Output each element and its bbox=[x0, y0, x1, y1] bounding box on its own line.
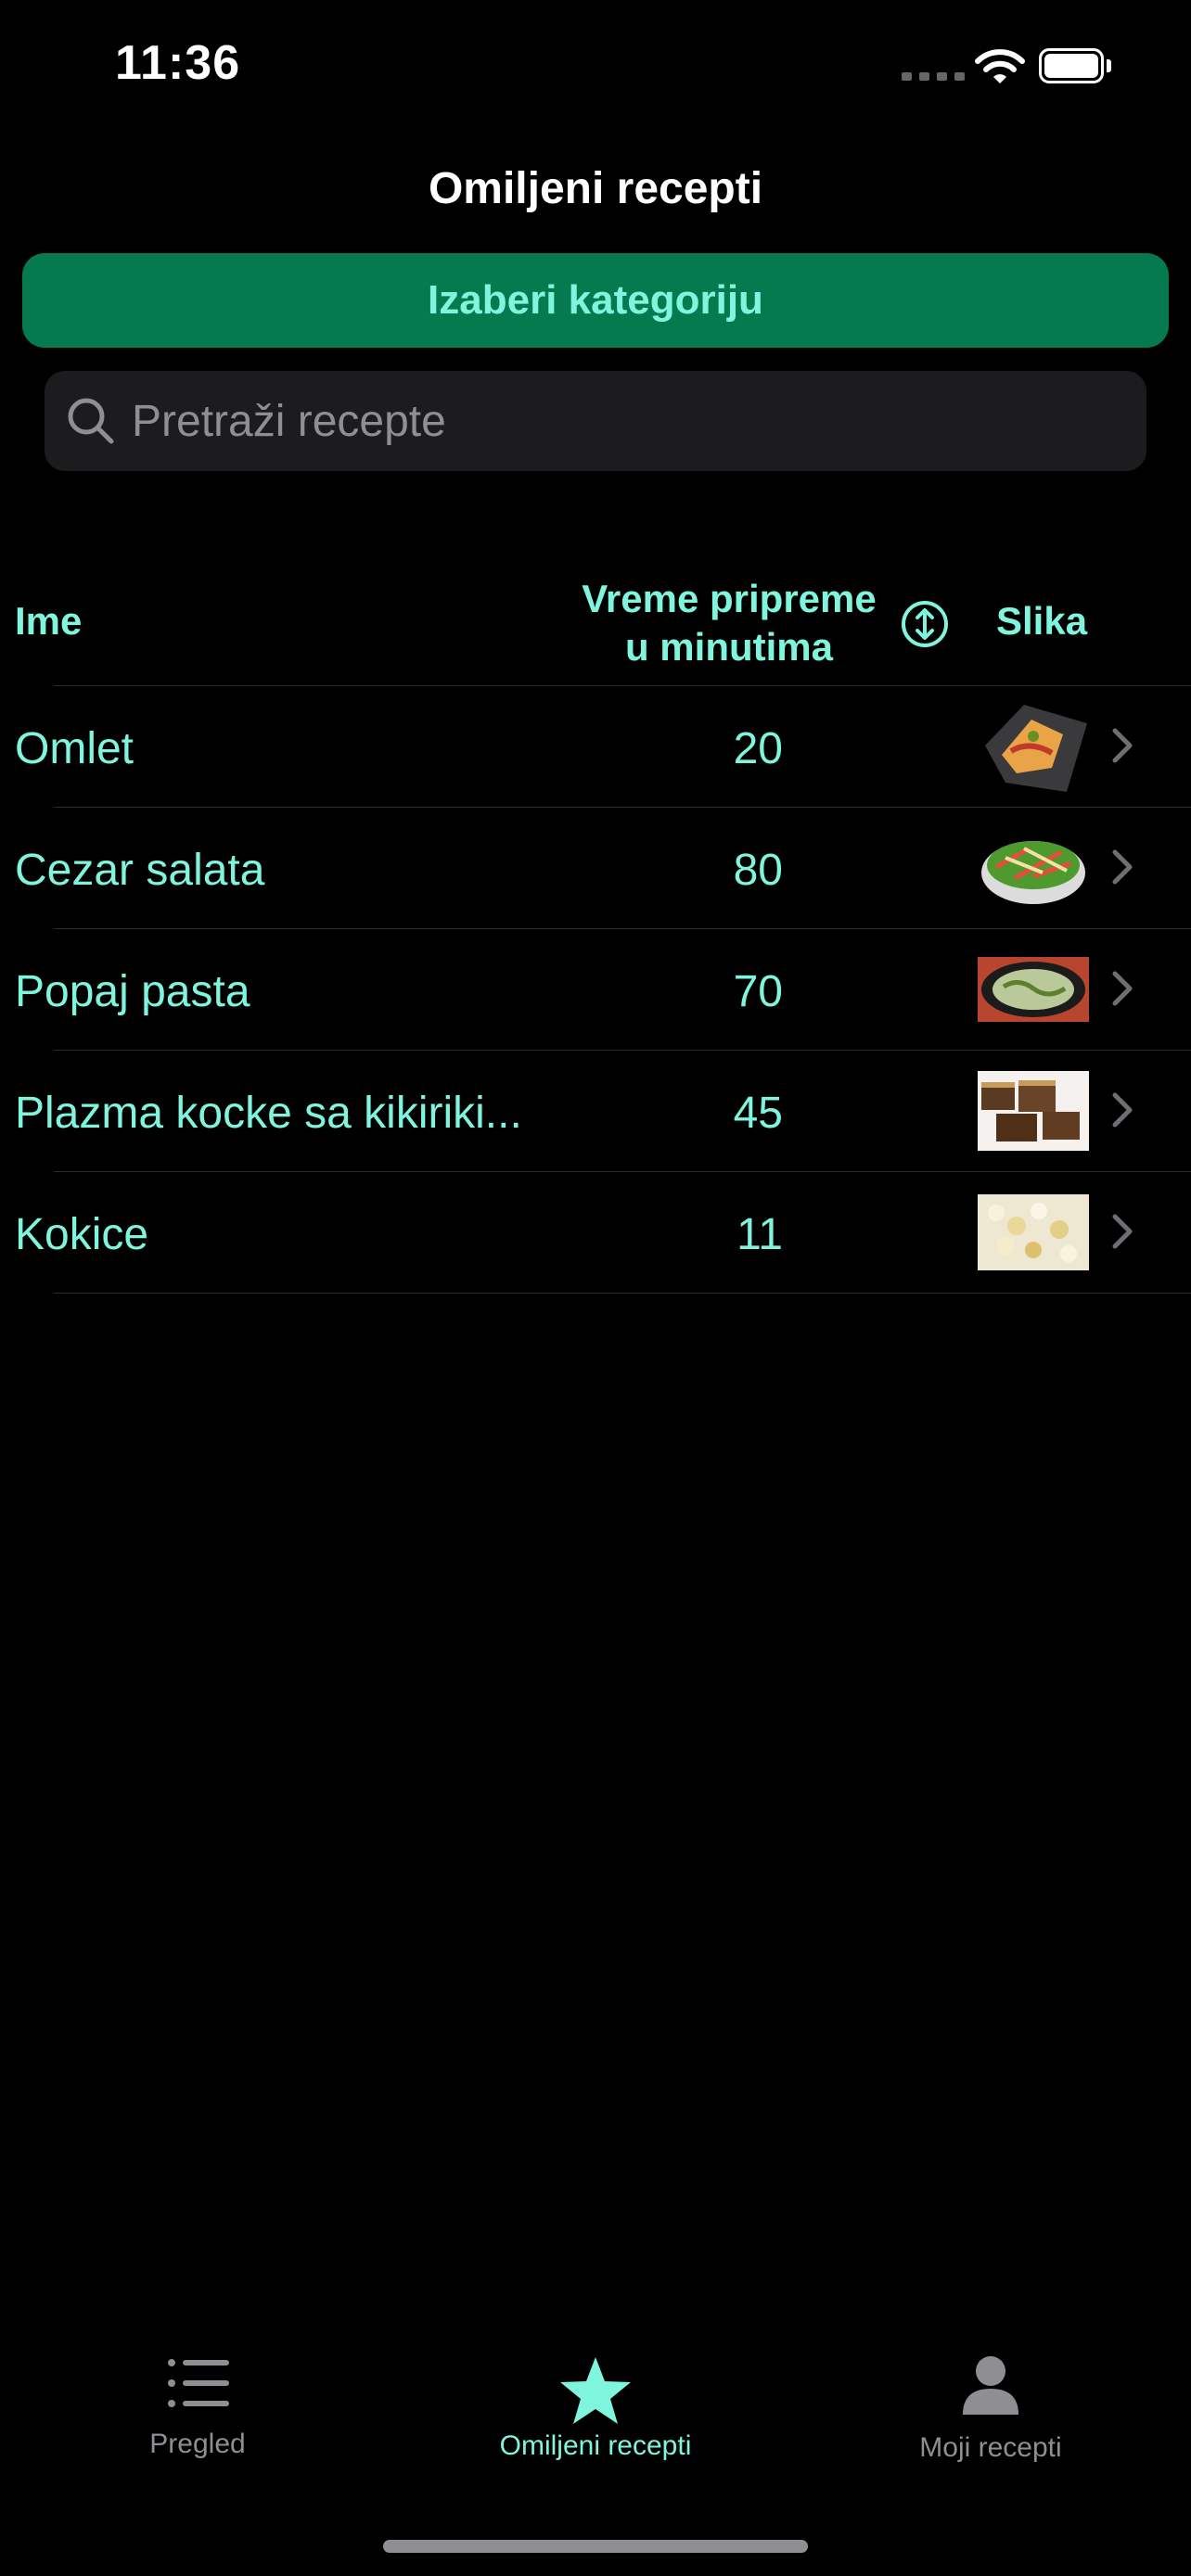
recipe-thumbnail bbox=[978, 1071, 1089, 1151]
table-row[interactable]: Plazma kocke sa kikiriki... 45 bbox=[0, 1051, 1191, 1172]
recipe-name: Kokice bbox=[15, 1210, 149, 1259]
recipe-minutes: 20 bbox=[733, 724, 783, 773]
search-input[interactable] bbox=[130, 394, 1061, 448]
tab-my-recipes-label: Moji recepti bbox=[919, 2432, 1062, 2463]
search-icon bbox=[68, 398, 114, 444]
chevron-right-icon bbox=[1112, 849, 1133, 885]
table-row[interactable]: Popaj pasta 70 bbox=[0, 929, 1191, 1051]
column-header-name[interactable]: Ime bbox=[15, 599, 82, 644]
battery-icon bbox=[1039, 48, 1113, 85]
recipe-thumbnail bbox=[978, 1194, 1089, 1270]
recipe-minutes: 45 bbox=[733, 1089, 783, 1138]
tab-overview[interactable]: Pregled bbox=[58, 2355, 337, 2460]
recipe-minutes: 11 bbox=[736, 1210, 783, 1259]
table-row[interactable]: Omlet 20 bbox=[0, 686, 1191, 808]
recipe-thumbnail bbox=[978, 957, 1089, 1022]
tab-my-recipes[interactable]: Moji recepti bbox=[852, 2355, 1130, 2464]
tab-overview-label: Pregled bbox=[149, 2429, 246, 2459]
recipe-name: Popaj pasta bbox=[15, 967, 250, 1016]
home-indicator bbox=[383, 2540, 808, 2553]
list-icon bbox=[168, 2359, 229, 2407]
table-row[interactable]: Cezar salata 80 bbox=[0, 808, 1191, 929]
row-divider bbox=[54, 1293, 1191, 1294]
column-header-prep-time-line1: Vreme pripreme bbox=[582, 577, 877, 620]
recipe-thumbnail bbox=[978, 821, 1089, 915]
tab-favorites-label: Omiljeni recepti bbox=[499, 2430, 692, 2461]
person-icon bbox=[963, 2356, 1018, 2415]
chevron-right-icon bbox=[1112, 1214, 1133, 1249]
column-header-prep-time[interactable]: Vreme pripreme u minutima bbox=[553, 575, 905, 671]
chevron-right-icon bbox=[1112, 1092, 1133, 1128]
sort-icon[interactable] bbox=[900, 599, 950, 649]
choose-category-button[interactable]: Izaberi kategoriju bbox=[22, 253, 1169, 348]
recipe-name: Omlet bbox=[15, 724, 134, 773]
recipe-thumbnail bbox=[978, 699, 1089, 794]
status-time: 11:36 bbox=[115, 36, 241, 90]
wifi-icon bbox=[975, 49, 1025, 83]
column-header-image: Slika bbox=[996, 599, 1088, 643]
chevron-right-icon bbox=[1112, 728, 1133, 763]
search-bar[interactable] bbox=[45, 371, 1146, 471]
star-icon bbox=[560, 2357, 631, 2424]
chevron-right-icon bbox=[1112, 971, 1133, 1006]
recipe-name: Cezar salata bbox=[15, 846, 265, 895]
recipe-name: Plazma kocke sa kikiriki... bbox=[15, 1089, 522, 1138]
recipe-minutes: 70 bbox=[733, 967, 783, 1016]
tab-favorites[interactable]: Omiljeni recepti bbox=[456, 2355, 735, 2462]
page-title: Omiljeni recepti bbox=[428, 164, 763, 213]
table-row[interactable]: Kokice 11 bbox=[0, 1172, 1191, 1294]
cellular-signal-icon bbox=[902, 72, 965, 81]
recipe-minutes: 80 bbox=[733, 846, 783, 895]
column-header-prep-time-line2: u minutima bbox=[624, 625, 833, 669]
